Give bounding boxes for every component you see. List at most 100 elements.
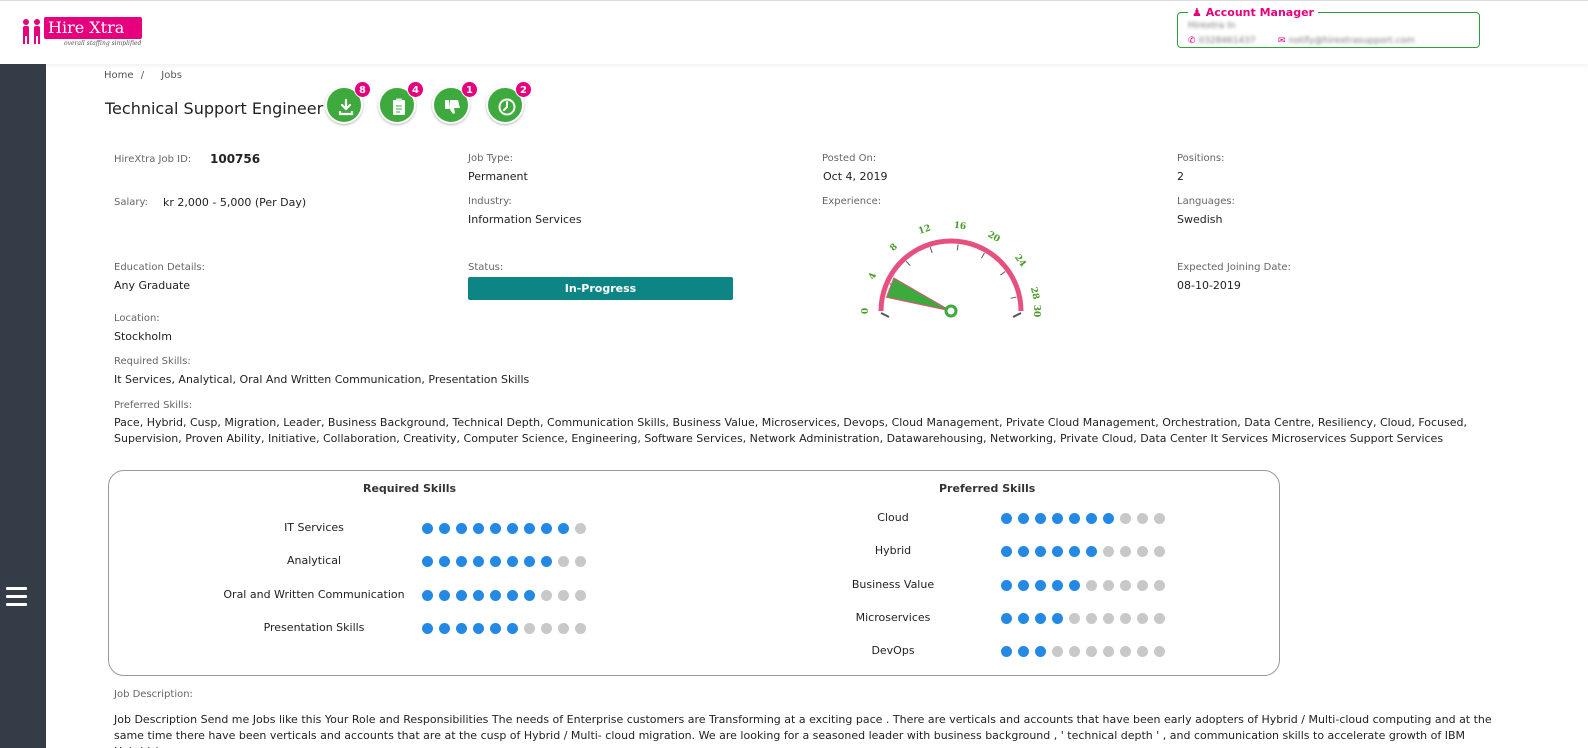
skill-dot (507, 622, 518, 634)
posted-value: Oct 4, 2019 (823, 170, 888, 183)
skill-dot (558, 556, 569, 568)
required-skills-value: It Services, Analytical, Oral And Writte… (114, 373, 530, 386)
job-description: Job Description Send me Jobs like this Y… (114, 713, 1492, 748)
gauge-tick-label: 24 (1012, 253, 1027, 269)
breadcrumb-jobs[interactable]: Jobs (161, 70, 182, 81)
gauge-tick-label: 16 (953, 221, 967, 232)
download-icon (338, 98, 354, 116)
gauge-tick (905, 260, 911, 267)
skill-dot (1052, 546, 1063, 558)
hirextra-logo[interactable]: Hire Xtra overall staffing simplified (20, 15, 144, 51)
account-manager-phone[interactable]: ✆ 0328461437 (1188, 36, 1256, 46)
status-label: Status: (468, 262, 504, 273)
skill-dot (1052, 646, 1063, 658)
skill-dot (1137, 579, 1148, 591)
account-manager-label: ♟ Account Manager (1188, 6, 1318, 19)
skill-dot (1154, 646, 1165, 658)
skill-dot (1086, 612, 1097, 624)
skill-name: Business Value (851, 577, 935, 591)
skill-dot (1154, 546, 1165, 558)
skill-level-rating (422, 523, 592, 535)
skill-dot (1137, 513, 1148, 524)
skill-dot (1137, 612, 1148, 624)
history-badge: 2 (515, 81, 532, 98)
gauge-tick (981, 252, 985, 259)
skill-dot (1001, 513, 1012, 524)
posted-label: Posted On: (822, 153, 877, 164)
skill-dot (490, 556, 501, 568)
account-manager-email[interactable]: ✉ notify@hirextrasupport.com (1278, 36, 1415, 46)
skill-dot (422, 523, 433, 534)
gauge-tick-label: 0 (861, 308, 871, 314)
logo-tagline: overall staffing simplified (64, 40, 142, 47)
skill-dot (456, 556, 467, 568)
industry-value: Information Services (468, 213, 582, 226)
history-icon (498, 98, 516, 116)
thumbs-down-button[interactable]: 1 (432, 81, 478, 124)
skill-dot (1001, 646, 1012, 658)
skill-dot (422, 589, 433, 601)
job-id-label: HireXtra Job ID: (114, 154, 192, 165)
languages-value: Swedish (1177, 213, 1223, 226)
skill-dot (1069, 546, 1080, 558)
gauge-hub (944, 304, 958, 318)
positions-value: 2 (1177, 170, 1184, 183)
account-manager-name: Hirextra In (1188, 21, 1236, 31)
preferred-skills-value: Pace, Hybrid, Cusp, Migration, Leader, B… (114, 416, 1468, 445)
skill-dot (1069, 646, 1080, 658)
skill-dot (575, 556, 586, 568)
skill-dot (558, 523, 569, 534)
skill-dot (524, 523, 535, 534)
skill-dot (575, 523, 586, 534)
gauge-tick-label: 20 (986, 230, 1002, 245)
skill-dot (1052, 579, 1063, 591)
skill-dot (1035, 646, 1046, 658)
skill-name: IT Services (284, 521, 344, 534)
preferred-skills-label: Preferred Skills: (114, 400, 193, 411)
industry-label: Industry: (468, 196, 512, 207)
skill-dot (1154, 612, 1165, 624)
skill-dot (456, 589, 467, 601)
history-button[interactable]: 2 (486, 81, 532, 124)
mail-icon: ✉ (1278, 36, 1286, 46)
skill-dot (456, 622, 467, 634)
skill-dot (1120, 546, 1131, 558)
gauge-tick (929, 247, 933, 254)
page-title: Technical Support Engineer (105, 99, 324, 118)
required-skills-label: Required Skills: (114, 356, 191, 367)
thumbs-down-badge: 1 (461, 81, 478, 98)
breadcrumb-home[interactable]: Home (104, 70, 134, 81)
skill-dot (1137, 646, 1148, 658)
skill-dot (1069, 513, 1080, 524)
skill-dot (490, 523, 501, 534)
joining-value: 08-10-2019 (1177, 279, 1241, 292)
skill-dot (1018, 646, 1029, 658)
download-button[interactable]: 8 (325, 81, 371, 124)
skill-dot (1069, 612, 1080, 624)
user-icon: ♟ (1192, 6, 1202, 19)
skill-dot (524, 622, 535, 634)
skill-dot (524, 589, 535, 601)
skill-dot (1120, 646, 1131, 658)
menu-icon[interactable] (6, 587, 27, 607)
job-type-label: Job Type: (468, 153, 513, 164)
skill-dot (1035, 546, 1046, 558)
skill-dot (1103, 646, 1114, 658)
skill-dot (575, 589, 586, 601)
skill-dot (473, 556, 484, 568)
skill-dot (1154, 579, 1165, 591)
gauge-tick (1000, 271, 1006, 276)
skill-dot (1018, 513, 1029, 524)
gauge-tick (956, 244, 959, 251)
skill-dot (1018, 612, 1029, 624)
job-id-value: 100756 (210, 152, 261, 166)
skill-dot (473, 589, 484, 601)
people-icon (23, 19, 40, 44)
languages-label: Languages: (1177, 196, 1235, 207)
skill-name: Microservices (855, 610, 931, 624)
skill-dot (1001, 579, 1012, 591)
breadcrumb: Home / Jobs (104, 70, 182, 81)
skill-level-rating (422, 589, 592, 602)
gauge-needle (885, 277, 952, 312)
clipboard-button[interactable]: 4 (378, 81, 424, 124)
